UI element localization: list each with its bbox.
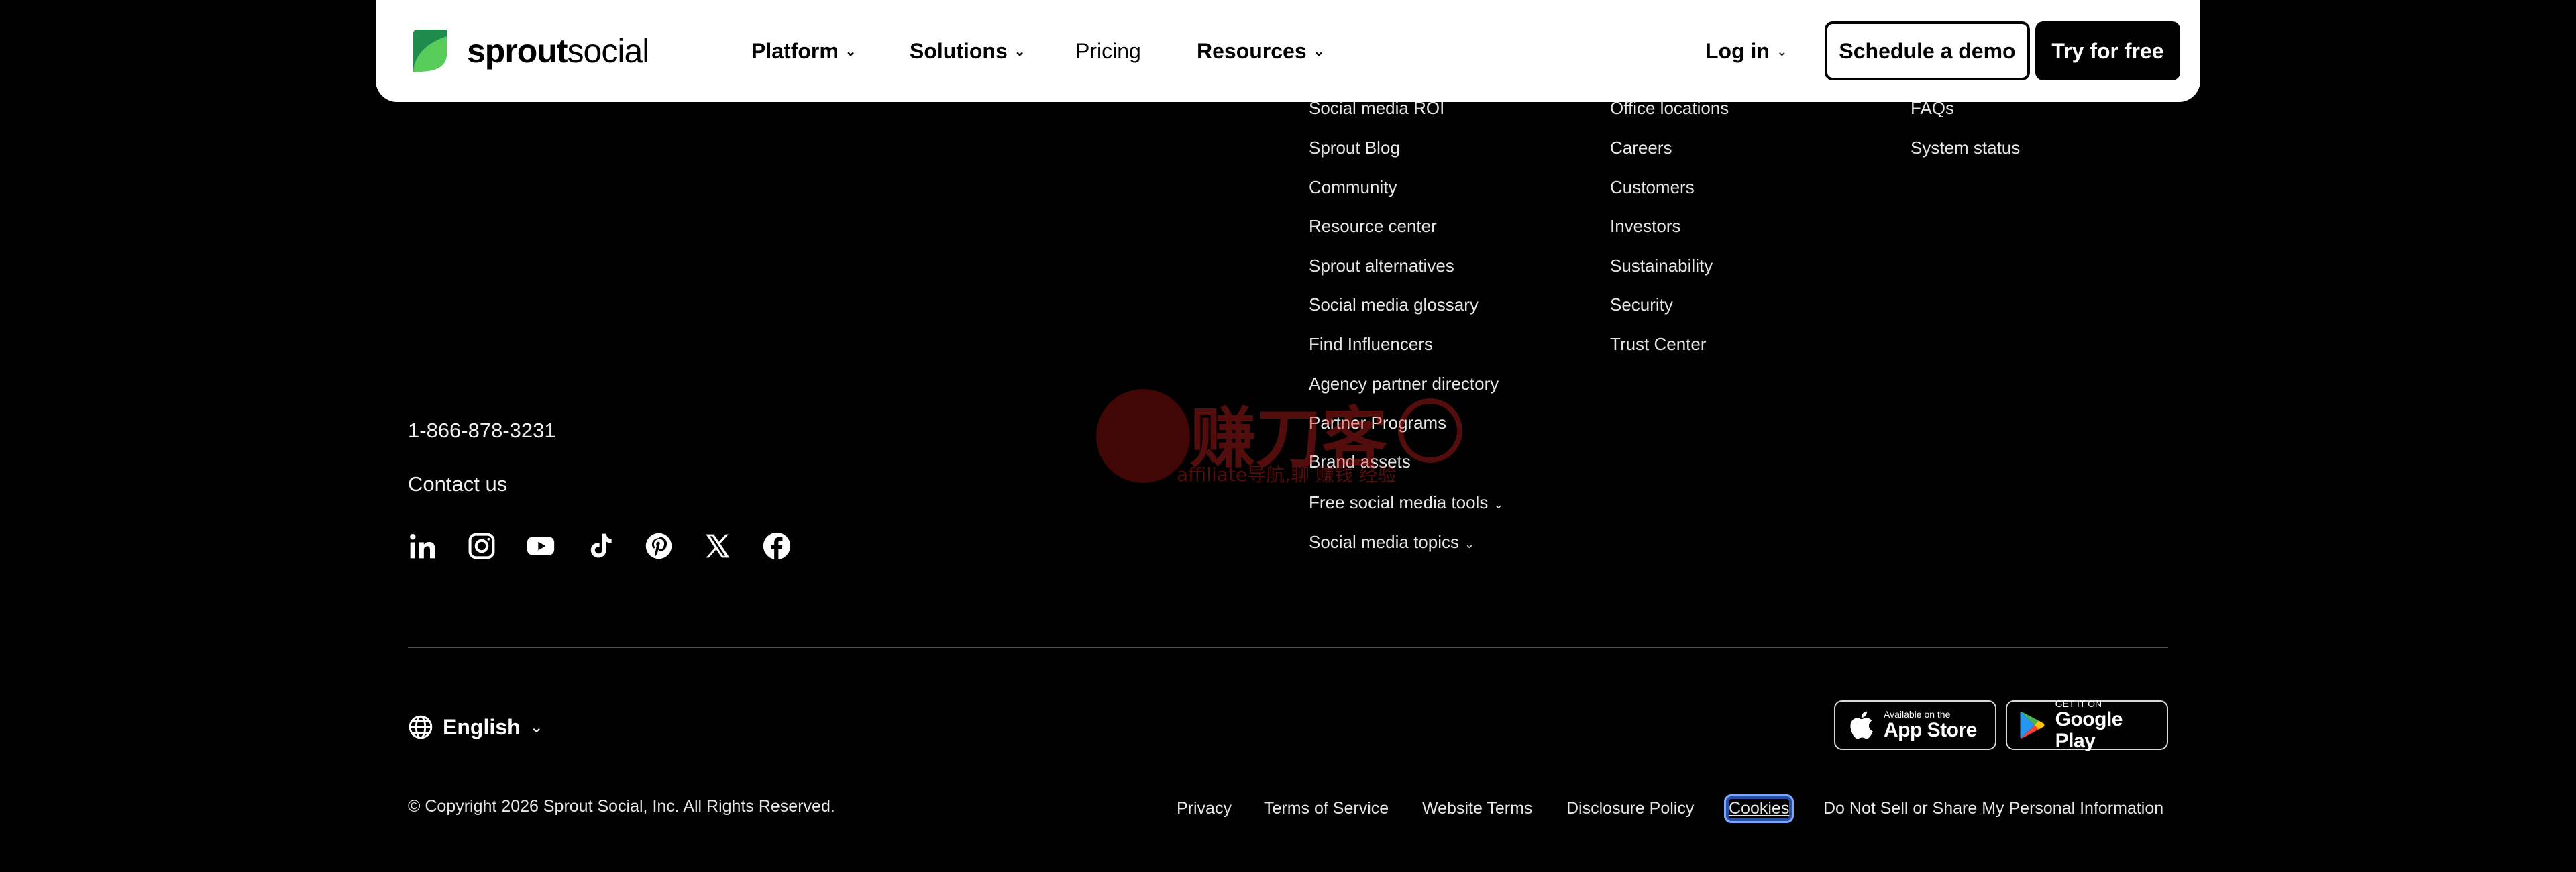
linkedin-icon[interactable] [408,531,437,561]
sproutsocial-logo[interactable]: sproutsocial [408,25,649,76]
chevron-down-icon: ⌄ [1014,44,1026,59]
pinterest-icon[interactable] [644,531,674,561]
footer-link[interactable]: Office locations [1610,98,1729,119]
phone-number[interactable]: 1-866-878-3231 [408,419,556,443]
login-label: Log in [1705,38,1770,63]
nav-pricing[interactable]: Pricing [1075,35,1141,67]
google-play-badge[interactable]: GET IT ON Google Play [2006,698,2168,752]
footer-link[interactable]: Sprout Blog [1309,138,1400,158]
footer-link-label: Free social media tools [1309,492,1489,512]
contact-us-link[interactable]: Contact us [408,472,507,496]
social-links [408,531,792,561]
language-selector[interactable]: English ⌄ [408,712,543,742]
google-play-icon [2020,712,2045,739]
footer-link[interactable]: Community [1309,177,1397,198]
watermark: 赚刀客 affiliate导航,聊 赚钱 经验 [1096,385,1476,490]
nav-resources[interactable]: Resources ⌄ [1197,35,1324,67]
footer-dropdown-free-tools[interactable]: Free social media tools ⌄ [1309,492,1503,513]
facebook-icon[interactable] [762,531,792,561]
footer-link[interactable]: Trust Center [1610,334,1707,355]
footer-link[interactable]: Resource center [1309,216,1437,237]
chevron-down-icon: ⌄ [1464,537,1475,551]
watermark-coin-icon [1398,398,1462,463]
globe-icon [409,715,433,739]
footer-link[interactable]: Customers [1610,177,1695,198]
sprout-leaf-icon [413,30,447,72]
chevron-down-icon: ⌄ [529,718,543,737]
do-not-sell-link[interactable]: Do Not Sell or Share My Personal Informa… [1823,799,2163,818]
watermark-subtext: affiliate导航,聊 赚钱 经验 [1177,464,1397,486]
login-link[interactable]: Log in ⌄ [1705,35,1788,67]
nav-pricing-label: Pricing [1075,38,1141,63]
footer-link[interactable]: Careers [1610,138,1672,158]
copyright-text: © Copyright 2026 Sprout Social, Inc. All… [408,797,835,816]
app-store-text: Available on the App Store [1884,709,1977,741]
watermark-emblem-icon [1096,389,1190,483]
footer-link[interactable]: Social media glossary [1309,294,1479,315]
chevron-down-icon: ⌄ [1313,44,1325,59]
footer-dropdown-topics[interactable]: Social media topics ⌄ [1309,532,1474,553]
footer-link-label: Social media topics [1309,532,1459,552]
x-icon[interactable] [703,531,733,561]
footer-link[interactable]: FAQs [1911,98,1954,119]
footer-link[interactable]: System status [1911,138,2020,158]
footer-divider [408,647,2168,648]
google-play-big: Google Play [2055,708,2123,752]
schedule-demo-button[interactable]: Schedule a demo [1825,21,2030,80]
chevron-down-icon: ⌄ [1493,498,1504,511]
instagram-icon[interactable] [467,531,496,561]
terms-of-service-link[interactable]: Terms of Service [1264,799,1389,818]
footer-link[interactable]: Sprout alternatives [1309,256,1454,276]
app-store-small: Available on the [1884,709,1951,720]
footer-link[interactable]: Investors [1610,216,1681,237]
youtube-icon[interactable] [526,531,555,561]
tiktok-icon[interactable] [585,531,614,561]
nav-platform[interactable]: Platform ⌄ [751,35,857,67]
privacy-link[interactable]: Privacy [1177,799,1232,818]
disclosure-policy-link[interactable]: Disclosure Policy [1566,799,1694,818]
nav-solutions[interactable]: Solutions ⌄ [910,35,1026,67]
google-play-text: GET IT ON Google Play [2055,698,2167,752]
apple-icon [1850,711,1873,739]
nav-resources-label: Resources [1197,38,1307,63]
language-label: English [443,714,521,739]
footer-link[interactable]: Security [1610,294,1673,315]
brand-wordmark: sproutsocial [467,32,649,70]
footer-link[interactable]: Social media ROI [1309,98,1444,119]
footer-link[interactable]: Find Influencers [1309,334,1433,355]
google-play-small: GET IT ON [2055,698,2102,709]
chevron-down-icon: ⌄ [1776,44,1788,59]
top-navbar: sproutsocial Platform ⌄ Solutions ⌄ Pric… [376,0,2200,102]
website-terms-link[interactable]: Website Terms [1422,799,1532,818]
cookies-link[interactable]: Cookies [1723,794,1794,823]
app-store-badge[interactable]: Available on the App Store [1834,700,1996,750]
nav-platform-label: Platform [751,38,839,63]
app-store-big: App Store [1884,719,1977,741]
chevron-down-icon: ⌄ [845,44,857,59]
nav-solutions-label: Solutions [910,38,1008,63]
footer-link[interactable]: Sustainability [1610,256,1713,276]
try-free-button[interactable]: Try for free [2035,21,2180,80]
